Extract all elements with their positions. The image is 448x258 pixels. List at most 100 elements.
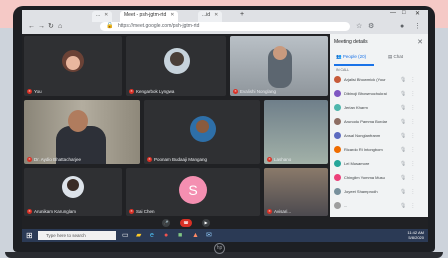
participant-tile[interactable]: ✕ Arunikam Karunglam xyxy=(24,168,122,216)
profile-icon[interactable]: ● xyxy=(400,22,404,31)
more-options-icon[interactable]: ⋮ xyxy=(410,175,415,181)
mic-icon[interactable]: 🎙 xyxy=(400,203,406,209)
more-options-icon[interactable]: ⋮ xyxy=(410,105,415,111)
mic-off-icon: ✕ xyxy=(147,157,152,162)
participant-tile[interactable]: ✕ Lashano xyxy=(264,100,328,164)
participant-photo-face xyxy=(170,52,184,66)
mic-button[interactable]: 🎤 xyxy=(162,219,170,227)
lock-icon: 🔒 xyxy=(106,23,114,29)
close-icon[interactable]: ✕ xyxy=(417,38,423,46)
participant-row-name: ... xyxy=(344,203,348,208)
store-icon[interactable]: ■ xyxy=(178,231,182,240)
forward-icon[interactable]: → xyxy=(38,22,45,31)
maximize-button[interactable]: □ xyxy=(402,10,406,16)
new-tab-button[interactable]: + xyxy=(240,11,244,18)
more-options-icon[interactable]: ⋮ xyxy=(410,77,415,83)
browser-tab[interactable]: ...id ✕ xyxy=(198,11,223,22)
more-options-icon[interactable]: ⋮ xyxy=(410,91,415,97)
clock-date: 5/8/2020 xyxy=(408,235,424,240)
back-icon[interactable]: ← xyxy=(28,22,35,31)
participant-row[interactable]: Arunodu Pamma Bordar 🎙 ⋮ xyxy=(334,116,426,127)
participant-row[interactable]: Ansal Nonglanfranm 🎙 ⋮ xyxy=(334,130,426,141)
mic-icon[interactable]: 🎙 xyxy=(400,77,406,83)
edge-icon[interactable]: e xyxy=(150,231,154,240)
participant-row[interactable]: Ricardo Ri Intongbom 🎙 ⋮ xyxy=(334,144,426,155)
extension-icon[interactable]: ⚙ xyxy=(368,22,374,31)
app-icon[interactable]: ▲ xyxy=(192,231,199,240)
participant-avatar xyxy=(334,174,341,181)
url-text: https://meet.google.com/psh-jgtm-rtd xyxy=(118,23,200,29)
participant-avatar xyxy=(334,202,341,209)
participant-tile[interactable]: ✕ You xyxy=(24,36,122,96)
participant-row[interactable]: Joyeet Shamprodh 🎙 ⋮ xyxy=(334,186,426,197)
participant-row[interactable]: Jerian Kharm 🎙 ⋮ xyxy=(334,102,426,113)
participant-tile[interactable]: ✕ Poonam Budaaji Mangang xyxy=(144,100,260,164)
mic-icon[interactable]: 🎙 xyxy=(400,175,406,181)
star-icon[interactable]: ☆ xyxy=(356,22,362,31)
participant-avatar-initial: S xyxy=(179,176,207,204)
minimize-button[interactable]: — xyxy=(390,10,396,16)
participant-tile[interactable]: ✕ Avisari... xyxy=(264,168,328,216)
camera-button[interactable]: ▶ xyxy=(202,219,210,227)
participant-row-name: Lel Musamore xyxy=(344,161,370,166)
laptop-hinge xyxy=(5,252,443,258)
menu-icon[interactable]: ⋮ xyxy=(414,22,421,31)
more-options-icon[interactable]: ⋮ xyxy=(410,203,415,209)
participant-avatar xyxy=(334,104,341,111)
taskbar-clock[interactable]: 11:42 AM 5/8/2020 xyxy=(407,230,424,240)
end-call-button[interactable]: ☎ xyxy=(180,219,192,227)
taskbar-search-input[interactable]: Type here to search xyxy=(38,231,116,240)
mic-off-icon: ✕ xyxy=(27,209,32,214)
participant-avatar xyxy=(334,146,341,153)
mic-off-icon: ✕ xyxy=(27,157,32,162)
chrome-icon[interactable]: ● xyxy=(164,231,168,240)
mic-icon[interactable]: 🎙 xyxy=(400,119,406,125)
mic-icon[interactable]: 🎙 xyxy=(400,189,406,195)
participant-row-name: Chinglim Yomma Musu xyxy=(344,175,385,180)
reload-icon[interactable]: ↻ xyxy=(48,22,54,31)
more-options-icon[interactable]: ⋮ xyxy=(410,161,415,167)
task-view-icon[interactable]: ▭ xyxy=(122,231,129,240)
participant-row[interactable]: Chinglim Yomma Musu 🎙 ⋮ xyxy=(334,172,426,183)
windows-start-icon[interactable]: ⊞ xyxy=(26,231,33,240)
mic-icon[interactable]: 🎙 xyxy=(400,133,406,139)
participant-name: ✕ Sai Chen xyxy=(129,209,155,214)
participant-row-name: Joyeet Shamprodh xyxy=(344,189,378,194)
participant-row[interactable]: Dibinoji Bhowmochukrai 🎙 ⋮ xyxy=(334,88,426,99)
file-explorer-icon[interactable]: ▰ xyxy=(136,231,141,240)
more-options-icon[interactable]: ⋮ xyxy=(410,133,415,139)
participant-name: ✕ Poonam Budaaji Mangang xyxy=(147,157,208,162)
participant-tile[interactable]: ✕ Kengarbok Lyngwa xyxy=(126,36,226,96)
participant-name: ✕ Arunikam Karunglam xyxy=(27,209,77,214)
mic-icon[interactable]: 🎙 xyxy=(400,105,406,111)
participant-row-name: Ricardo Ri Intongbom xyxy=(344,147,383,152)
tab-people[interactable]: 👥 People (20) xyxy=(336,54,366,60)
participant-photo-face xyxy=(273,46,287,60)
participant-avatar xyxy=(334,160,341,167)
mic-icon[interactable]: 🎙 xyxy=(400,147,406,153)
participant-row[interactable]: Arjalisi Bhowmick (Your 🎙 ⋮ xyxy=(334,74,426,85)
participant-row[interactable]: ... 🎙 ⋮ xyxy=(334,200,426,211)
address-bar[interactable]: 🔒 https://meet.google.com/psh-jgtm-rtd xyxy=(100,22,350,31)
participant-tile[interactable]: ✕ Dr. Aydio Bhattacharjee xyxy=(24,100,140,164)
mic-icon[interactable]: 🎙 xyxy=(400,161,406,167)
windows-taskbar: ⊞ Type here to search ▭ ▰ e ● ■ ▲ ✉ 11:4… xyxy=(22,229,428,242)
browser-tab-active[interactable]: Meet - psh-jgtm-rtd ✕ xyxy=(120,11,179,22)
active-tab-indicator xyxy=(334,64,374,66)
home-icon[interactable]: ⌂ xyxy=(58,22,62,31)
laptop-screen: ... ✕ Meet - psh-jgtm-rtd ✕ ...id ✕ + — □ ✕… xyxy=(22,10,428,242)
participant-row-name: Ansal Nonglanfranm xyxy=(344,133,381,138)
participant-name: ✕ Lashano xyxy=(267,157,292,162)
more-options-icon[interactable]: ⋮ xyxy=(410,147,415,153)
participant-tile[interactable]: S ✕ Sai Chen xyxy=(126,168,260,216)
more-options-icon[interactable]: ⋮ xyxy=(410,189,415,195)
close-window-button[interactable]: ✕ xyxy=(415,10,420,17)
tab-chat[interactable]: ▤ Chat xyxy=(388,54,403,60)
participant-avatar xyxy=(334,132,341,139)
participant-tile[interactable]: ✕ Evalishi Nonglang xyxy=(230,36,328,96)
mic-icon[interactable]: 🎙 xyxy=(400,91,406,97)
more-options-icon[interactable]: ⋮ xyxy=(410,119,415,125)
mail-icon[interactable]: ✉ xyxy=(206,231,212,240)
browser-tab[interactable]: ... ✕ xyxy=(92,11,113,22)
participant-row[interactable]: Lel Musamore 🎙 ⋮ xyxy=(334,158,426,169)
